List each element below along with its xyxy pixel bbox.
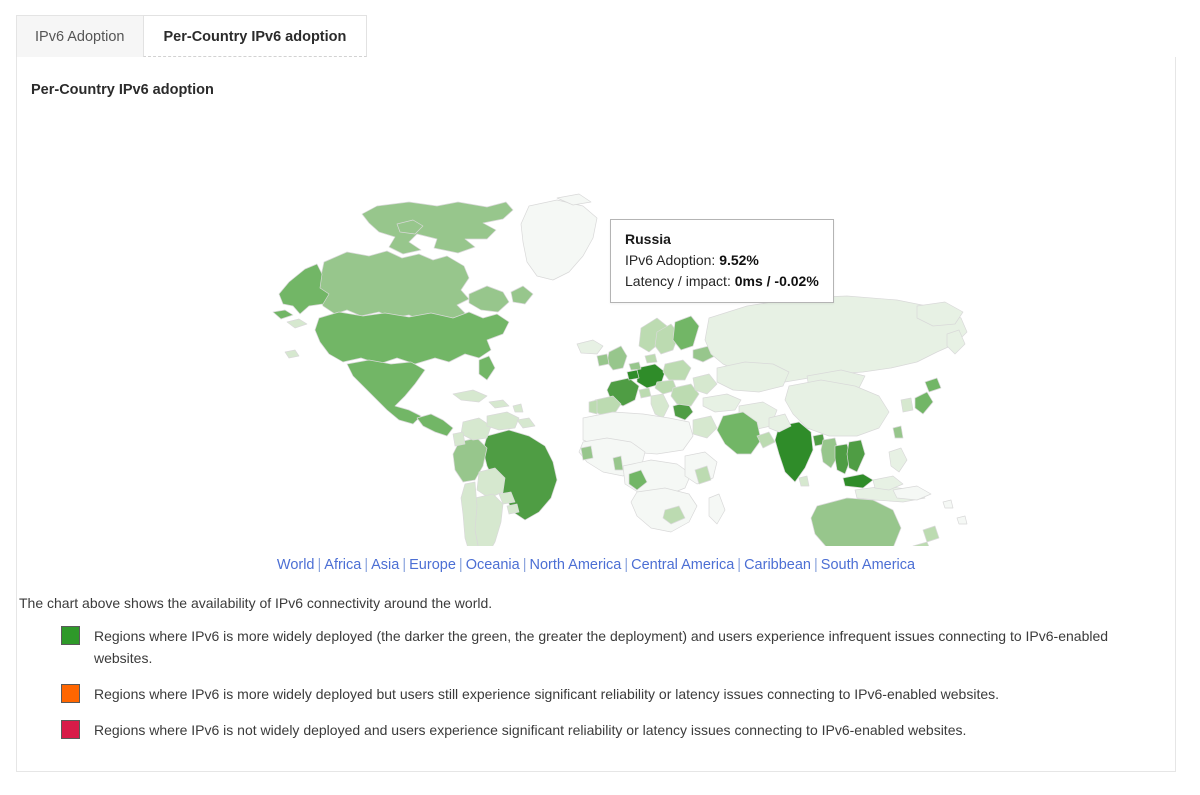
country-turkey: [702, 393, 742, 413]
region-link-separator: |: [737, 557, 742, 573]
country-guyana: [516, 417, 536, 429]
country-japan-north: [924, 377, 942, 393]
tabs-row: IPv6 Adoption Per-Country IPv6 adoption: [16, 15, 368, 57]
tooltip-adoption-value: 9.52%: [719, 252, 759, 268]
country-united-states: [314, 311, 510, 365]
legend-swatch-crimson-icon: [61, 720, 80, 739]
tooltip-latency-label: Latency / impact:: [625, 273, 731, 289]
country-japan: [914, 391, 934, 415]
country-southern-africa: [630, 487, 698, 533]
region-link-central-america[interactable]: Central America: [631, 557, 734, 573]
region-link-separator: |: [402, 557, 407, 573]
content-panel: Per-Country IPv6 adoption .c { stroke:#d…: [16, 57, 1176, 772]
country-canada-mainland: [316, 250, 470, 322]
tab-ipv6-adoption[interactable]: IPv6 Adoption: [16, 15, 144, 57]
tooltip-country-name: Russia: [625, 231, 671, 247]
region-link-separator: |: [624, 557, 629, 573]
legend-label: Regions where IPv6 is not widely deploye…: [94, 722, 967, 738]
country-ecuador: [452, 431, 466, 447]
region-link-separator: |: [317, 557, 322, 573]
map-tooltip: Russia IPv6 Adoption: 9.52% Latency / im…: [610, 219, 834, 303]
tab-label: Per-Country IPv6 adoption: [163, 29, 347, 45]
country-ireland: [596, 353, 610, 367]
country-caribbean-small: [512, 403, 524, 413]
legend-item-crimson: Regions where IPv6 is not widely deploye…: [19, 719, 1169, 741]
country-korea: [900, 397, 914, 413]
tooltip-adoption-row: IPv6 Adoption: 9.52%: [625, 250, 819, 271]
region-link-north-america[interactable]: North America: [529, 557, 621, 573]
tab-per-country-ipv6-adoption[interactable]: Per-Country IPv6 adoption: [142, 15, 368, 57]
region-link-world[interactable]: World: [277, 557, 315, 573]
region-link-caribbean[interactable]: Caribbean: [744, 557, 811, 573]
country-hispaniola: [488, 399, 510, 409]
legend-item-green: Regions where IPv6 is more widely deploy…: [19, 625, 1169, 669]
legend-item-orange: Regions where IPv6 is more widely deploy…: [19, 683, 1169, 705]
country-sri-lanka: [798, 475, 810, 487]
country-alaska-aleutians: [272, 309, 294, 320]
region-link-south-america[interactable]: South America: [821, 557, 915, 573]
tooltip-latency-value: 0ms / -0.02%: [734, 273, 819, 289]
country-uruguay: [506, 503, 520, 515]
country-taiwan: [892, 425, 904, 439]
country-ghana: [612, 455, 624, 471]
country-poland: [662, 359, 692, 381]
page-title: Per-Country IPv6 adoption: [31, 82, 214, 98]
country-alaska-shelf: [286, 318, 308, 329]
region-link-asia[interactable]: Asia: [371, 557, 399, 573]
country-belgium: [626, 369, 640, 381]
country-madagascar: [708, 493, 726, 525]
region-links: World | Africa | Asia | Europe | Oceania | North A…: [17, 557, 1175, 573]
country-italy: [650, 393, 670, 419]
country-chile: [460, 481, 479, 546]
country-switzerland: [638, 387, 652, 399]
region-link-separator: |: [458, 557, 463, 573]
country-vietnam: [846, 439, 866, 473]
country-pacific-islands: [942, 499, 954, 509]
country-new-zealand-south: [912, 541, 930, 546]
region-link-europe[interactable]: Europe: [409, 557, 456, 573]
region-link-separator: |: [814, 557, 818, 573]
country-netherlands: [628, 361, 642, 371]
country-venezuela: [486, 411, 520, 431]
country-guinea: [580, 445, 594, 461]
legend-swatch-green-icon: [61, 626, 80, 645]
country-usa-florida: [478, 355, 496, 381]
country-kazakhstan: [716, 361, 790, 393]
country-canada-east: [468, 285, 510, 313]
country-portugal: [588, 399, 598, 415]
country-new-zealand-north: [922, 525, 940, 543]
tab-label: IPv6 Adoption: [35, 29, 125, 45]
legend-label: Regions where IPv6 is more widely deploy…: [94, 628, 1109, 666]
country-denmark: [644, 353, 658, 364]
country-philippines: [888, 447, 908, 473]
country-finland: [672, 315, 700, 351]
country-usa-hawaii: [284, 349, 300, 359]
legend-swatch-orange-icon: [61, 684, 80, 703]
map-svg: .c { stroke:#d9d9d9; stroke-width:0.7; s…: [272, 193, 968, 546]
legend-label: Regions where IPv6 is more widely deploy…: [94, 686, 1000, 702]
tab-bar: IPv6 Adoption Per-Country IPv6 adoption: [0, 0, 1176, 57]
tooltip-latency-row: Latency / impact: 0ms / -0.02%: [625, 271, 819, 292]
country-alaska: [278, 263, 330, 315]
region-link-separator: |: [364, 557, 369, 573]
country-egypt: [692, 415, 718, 439]
country-united-kingdom: [606, 345, 628, 371]
tooltip-adoption-label: IPv6 Adoption:: [625, 252, 716, 268]
legend: Regions where IPv6 is more widely deploy…: [19, 625, 1169, 755]
country-colombia: [460, 417, 492, 441]
country-cuba: [452, 389, 488, 403]
world-choropleth-map[interactable]: .c { stroke:#d9d9d9; stroke-width:0.7; s…: [17, 106, 1175, 546]
country-iceland: [576, 339, 604, 355]
country-canada-nl: [510, 285, 534, 305]
country-greenland: [520, 199, 598, 281]
country-malaysia: [842, 473, 874, 489]
country-fiji: [956, 515, 968, 525]
country-central-america: [416, 413, 454, 437]
country-australia: [810, 497, 902, 546]
chart-description: The chart above shows the availability o…: [19, 595, 493, 611]
country-mexico: [346, 359, 426, 425]
country-canada: [361, 201, 514, 255]
region-link-africa[interactable]: Africa: [324, 557, 361, 573]
region-link-oceania[interactable]: Oceania: [466, 557, 520, 573]
